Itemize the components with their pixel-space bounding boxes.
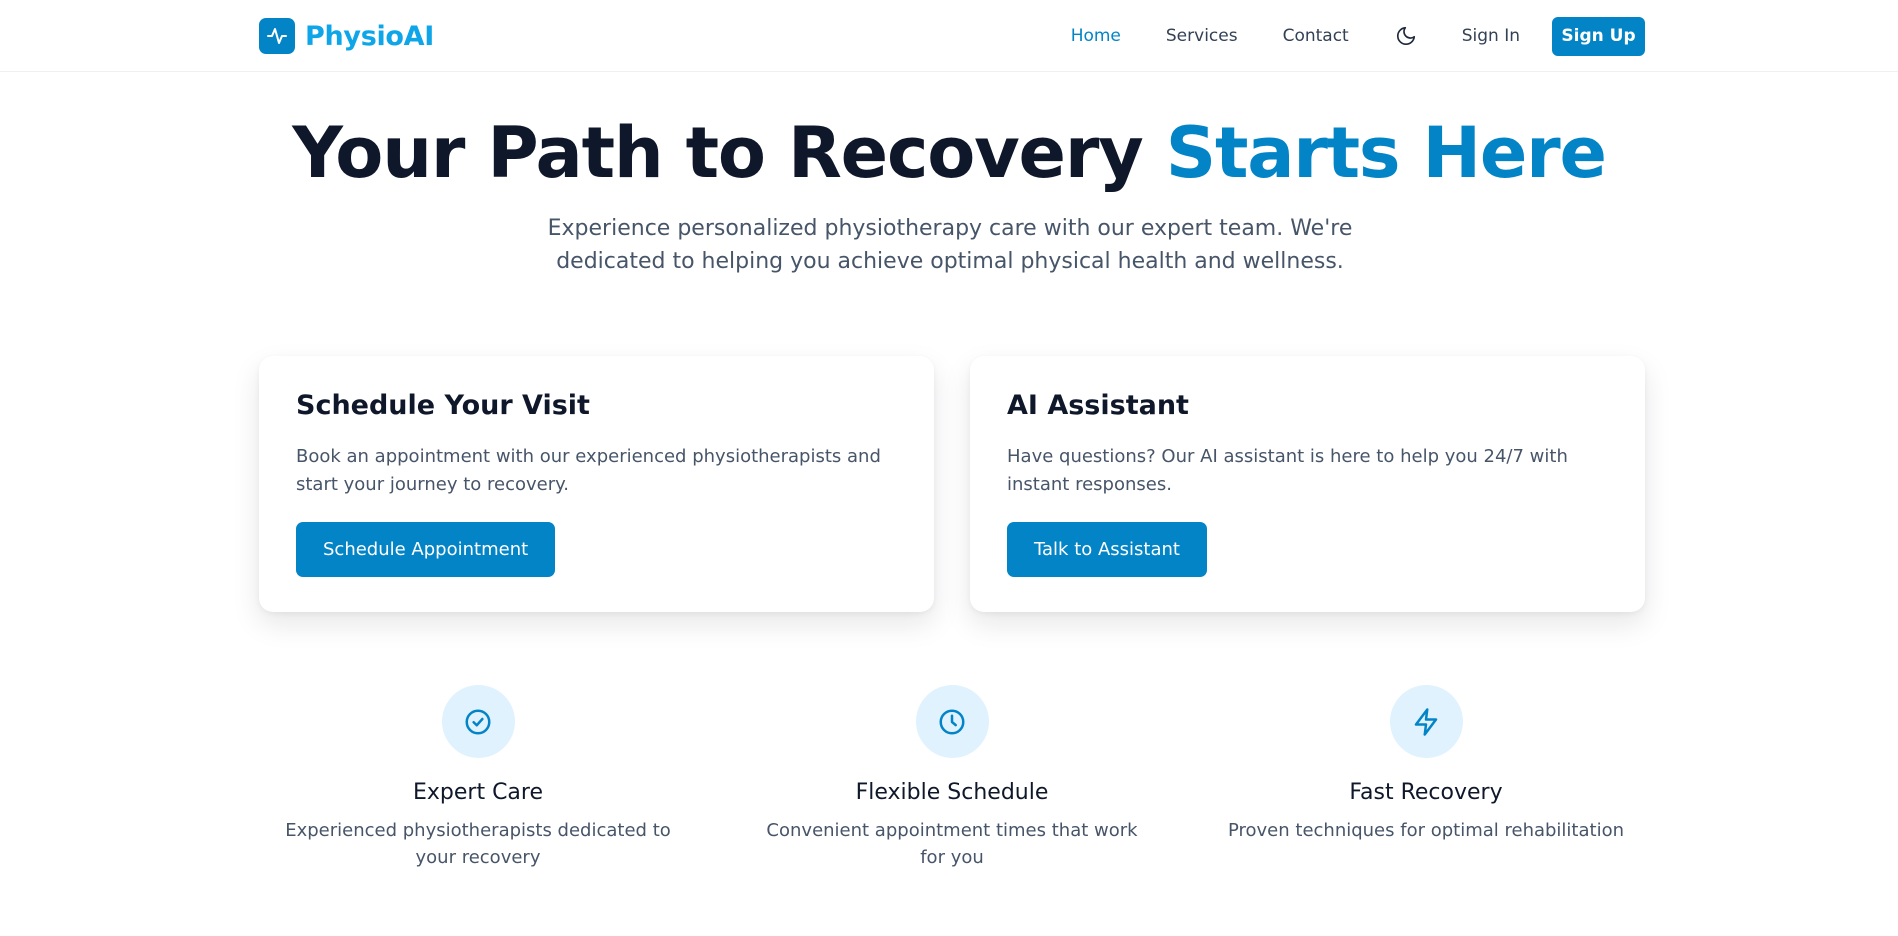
navbar: PhysioAI Home Services Contact Sign In S… [0, 0, 1898, 72]
schedule-card: Schedule Your Visit Book an appointment … [259, 356, 934, 612]
hero-title-main: Your Path to Recovery [292, 112, 1166, 194]
nav-link-services[interactable]: Services [1166, 26, 1238, 46]
schedule-card-title: Schedule Your Visit [296, 390, 590, 421]
sign-in-link[interactable]: Sign In [1462, 26, 1520, 46]
check-circle-icon [441, 685, 515, 758]
nav-links: Home Services Contact Sign In Sign Up [1071, 16, 1645, 56]
feature-title: Flexible Schedule [855, 780, 1049, 805]
nav-link-contact[interactable]: Contact [1283, 26, 1349, 46]
hero-subtitle: Experience personalized physiotherapy ca… [547, 216, 1353, 274]
feature-fast-recovery: Fast Recovery Proven techniques for opti… [1226, 685, 1626, 844]
moon-icon[interactable] [1393, 23, 1419, 49]
activity-icon [259, 18, 295, 54]
clock-icon [915, 685, 989, 758]
navbar-inner: PhysioAI Home Services Contact Sign In S… [259, 0, 1645, 72]
brand-logo[interactable]: PhysioAI [259, 18, 434, 54]
feature-title: Fast Recovery [1349, 780, 1503, 805]
feature-expert-care: Expert Care Experienced physiotherapists… [278, 685, 678, 871]
sign-up-button[interactable]: Sign Up [1552, 16, 1645, 56]
brand-name: PhysioAI [305, 20, 435, 52]
feature-text: Convenient appointment times that work f… [766, 820, 1138, 868]
ai-assistant-card-title: AI Assistant [1007, 390, 1189, 421]
nav-link-home[interactable]: Home [1071, 26, 1121, 46]
ai-assistant-card-text: Have questions? Our AI assistant is here… [1007, 446, 1568, 495]
schedule-card-text: Book an appointment with our experienced… [296, 446, 881, 495]
hero-title: Your Path to Recovery Starts Here [0, 112, 1898, 194]
feature-title: Expert Care [412, 780, 544, 805]
lightning-icon [1389, 685, 1463, 758]
talk-to-assistant-button[interactable]: Talk to Assistant [1007, 522, 1207, 577]
feature-text: Experienced physiotherapists dedicated t… [285, 820, 671, 868]
hero-title-accent: Starts Here [1165, 112, 1607, 194]
schedule-appointment-button[interactable]: Schedule Appointment [296, 522, 556, 577]
feature-text: Proven techniques for optimal rehabilita… [1227, 820, 1625, 841]
ai-assistant-card: AI Assistant Have questions? Our AI assi… [970, 356, 1645, 612]
feature-flexible-schedule: Flexible Schedule Convenient appointment… [752, 685, 1152, 871]
